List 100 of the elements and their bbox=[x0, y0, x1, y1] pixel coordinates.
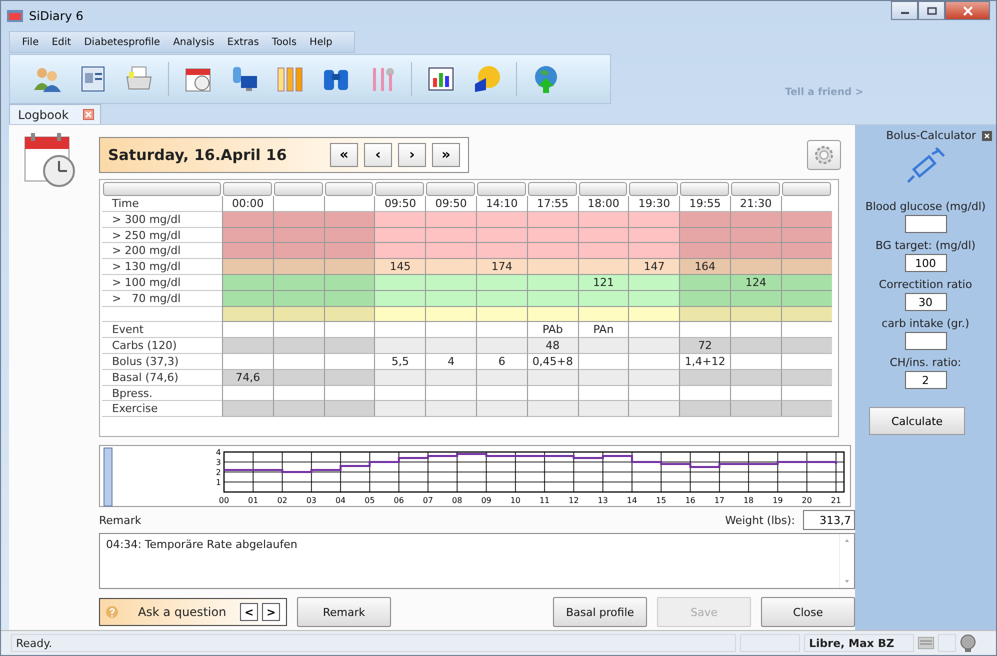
table-cell[interactable]: 1,4+12 bbox=[679, 354, 730, 370]
date-nav-button[interactable]: « bbox=[330, 143, 358, 167]
column-header-button[interactable] bbox=[782, 182, 831, 196]
table-cell[interactable] bbox=[425, 401, 476, 418]
table-cell[interactable] bbox=[780, 212, 832, 228]
time-cell[interactable] bbox=[780, 196, 832, 212]
column-header-button[interactable] bbox=[476, 182, 526, 196]
table-cell[interactable] bbox=[730, 354, 781, 370]
table-cell[interactable]: 174 bbox=[476, 259, 527, 275]
weight-field[interactable]: 313,7 bbox=[803, 510, 855, 530]
table-cell[interactable] bbox=[374, 243, 426, 260]
table-cell[interactable]: 147 bbox=[628, 259, 680, 275]
date-nav-button[interactable]: ‹ bbox=[364, 143, 392, 167]
table-cell[interactable] bbox=[272, 322, 324, 338]
action-button[interactable]: Basal profile bbox=[553, 597, 647, 627]
table-cell[interactable] bbox=[578, 386, 628, 402]
next-button[interactable]: > bbox=[262, 603, 280, 621]
column-header-button[interactable] bbox=[680, 182, 729, 196]
table-cell[interactable] bbox=[679, 322, 730, 338]
time-cell[interactable]: 17:55 bbox=[526, 196, 578, 212]
table-cell[interactable] bbox=[578, 306, 628, 322]
time-cell[interactable]: 19:30 bbox=[628, 196, 680, 212]
table-cell[interactable]: 121 bbox=[578, 274, 628, 291]
table-cell[interactable] bbox=[679, 370, 730, 386]
menu-item[interactable]: Edit bbox=[52, 36, 72, 48]
table-cell[interactable] bbox=[780, 243, 832, 260]
date-nav-button[interactable]: » bbox=[432, 143, 460, 167]
maximize-button[interactable] bbox=[918, 1, 945, 20]
table-cell[interactable] bbox=[780, 386, 832, 402]
table-cell[interactable] bbox=[425, 386, 476, 402]
table-cell[interactable]: 6 bbox=[476, 354, 527, 370]
input-field[interactable] bbox=[904, 215, 946, 233]
table-cell[interactable] bbox=[780, 354, 832, 370]
table-cell[interactable] bbox=[374, 274, 426, 291]
table-cell[interactable] bbox=[476, 338, 527, 354]
table-cell[interactable] bbox=[222, 228, 273, 244]
table-cell[interactable] bbox=[730, 386, 781, 402]
time-cell[interactable]: 00:00 bbox=[222, 196, 273, 212]
table-cell[interactable] bbox=[374, 401, 426, 418]
table-cell[interactable] bbox=[374, 290, 426, 307]
table-cell[interactable] bbox=[222, 338, 273, 354]
table-cell[interactable] bbox=[324, 401, 374, 418]
table-cell[interactable] bbox=[272, 370, 324, 386]
table-cell[interactable] bbox=[324, 322, 374, 338]
table-cell[interactable] bbox=[476, 306, 527, 322]
table-cell[interactable] bbox=[324, 370, 374, 386]
table-cell[interactable] bbox=[324, 274, 374, 291]
table-cell[interactable] bbox=[679, 306, 730, 322]
time-cell[interactable]: 09:50 bbox=[425, 196, 476, 212]
table-cell[interactable] bbox=[780, 322, 832, 338]
table-cell[interactable] bbox=[679, 386, 730, 402]
menu-item[interactable]: File bbox=[22, 36, 39, 48]
column-header-button[interactable] bbox=[629, 182, 678, 196]
close-button[interactable] bbox=[945, 1, 990, 20]
table-cell[interactable] bbox=[628, 243, 680, 260]
table-cell[interactable] bbox=[425, 274, 476, 291]
table-cell[interactable] bbox=[222, 259, 273, 275]
table-cell[interactable] bbox=[730, 338, 781, 354]
table-cell[interactable] bbox=[425, 338, 476, 354]
input-field[interactable]: 100 bbox=[904, 254, 946, 272]
table-cell[interactable] bbox=[425, 290, 476, 307]
table-cell[interactable] bbox=[272, 386, 324, 402]
table-cell[interactable] bbox=[730, 370, 781, 386]
input-field[interactable]: 30 bbox=[904, 293, 946, 311]
table-cell[interactable] bbox=[222, 243, 273, 260]
table-cell[interactable] bbox=[679, 243, 730, 260]
table-cell[interactable] bbox=[272, 338, 324, 354]
table-cell[interactable] bbox=[476, 228, 527, 244]
table-cell[interactable] bbox=[272, 243, 324, 260]
column-header-button[interactable] bbox=[375, 182, 424, 196]
table-cell[interactable]: PAn bbox=[578, 322, 628, 338]
table-cell[interactable] bbox=[679, 290, 730, 307]
table-cell[interactable] bbox=[628, 274, 680, 291]
table-cell[interactable] bbox=[730, 228, 781, 244]
table-cell[interactable] bbox=[476, 401, 527, 418]
table-cell[interactable] bbox=[526, 401, 578, 418]
time-cell[interactable]: 14:10 bbox=[476, 196, 527, 212]
table-cell[interactable] bbox=[324, 386, 374, 402]
column-header-button[interactable] bbox=[528, 182, 577, 196]
table-cell[interactable] bbox=[780, 338, 832, 354]
menu-item[interactable]: Diabetesprofile bbox=[84, 36, 160, 48]
table-cell[interactable] bbox=[578, 212, 628, 228]
remark-field[interactable]: 04:34: Temporäre Rate abgelaufen bbox=[99, 533, 855, 589]
table-cell[interactable] bbox=[324, 212, 374, 228]
column-header-button[interactable] bbox=[274, 182, 323, 196]
table-cell[interactable]: 0,45+8 bbox=[526, 354, 578, 370]
time-cell[interactable] bbox=[272, 196, 324, 212]
table-cell[interactable] bbox=[324, 306, 374, 322]
table-cell[interactable] bbox=[476, 274, 527, 291]
table-cell[interactable] bbox=[374, 306, 426, 322]
table-cell[interactable] bbox=[578, 243, 628, 260]
table-cell[interactable] bbox=[476, 370, 527, 386]
table-cell[interactable] bbox=[526, 386, 578, 402]
table-cell[interactable] bbox=[425, 212, 476, 228]
table-cell[interactable] bbox=[780, 306, 832, 322]
table-cell[interactable] bbox=[476, 212, 527, 228]
table-cell[interactable] bbox=[476, 386, 527, 402]
table-cell[interactable] bbox=[628, 306, 680, 322]
table-cell[interactable] bbox=[476, 243, 527, 260]
table-cell[interactable] bbox=[324, 243, 374, 260]
